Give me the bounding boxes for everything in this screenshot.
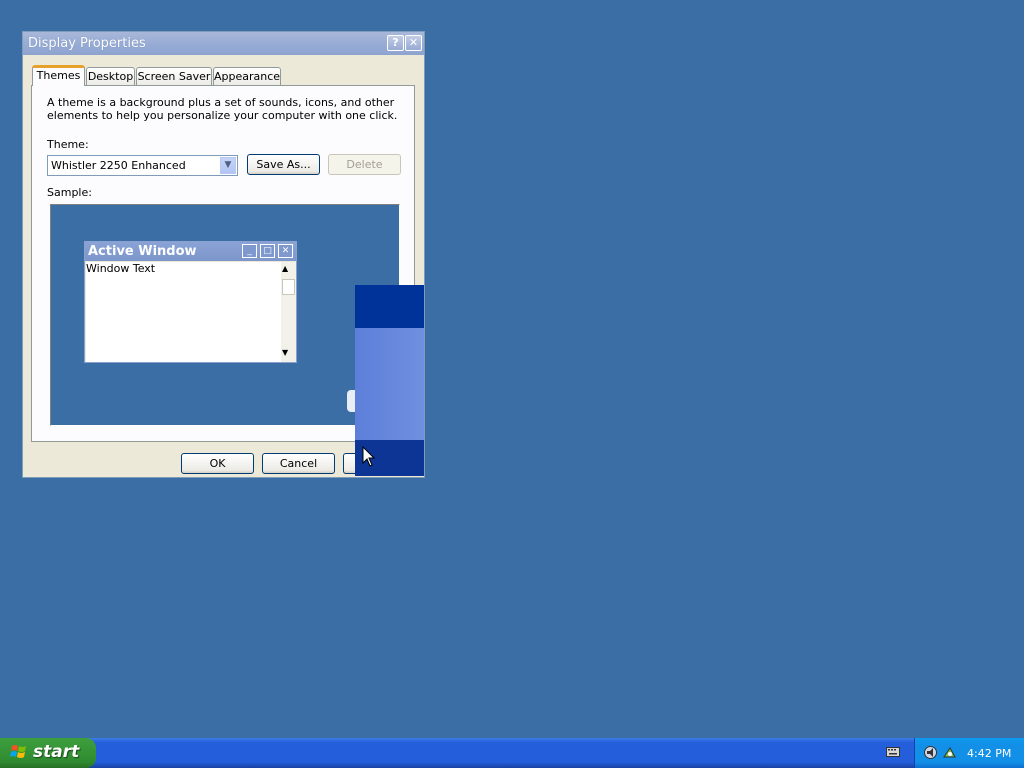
sample-window-body: Window Text bbox=[86, 262, 281, 362]
delete-button[interactable]: Delete bbox=[328, 154, 401, 175]
theme-select[interactable]: Whistler 2250 Enhanced ▼ bbox=[47, 155, 238, 176]
tab-desktop[interactable]: Desktop bbox=[86, 67, 135, 85]
artifact-band-top bbox=[355, 285, 424, 328]
sample-active-window: Active Window _ □ ✕ Window Text ▲ ▼ bbox=[84, 241, 297, 363]
taskbar: start 4:42 PM bbox=[0, 738, 1024, 768]
network-icon[interactable] bbox=[942, 745, 957, 760]
artifact-band-middle bbox=[355, 328, 424, 440]
theme-select-value: Whistler 2250 Enhanced bbox=[51, 159, 186, 172]
windows-logo-icon bbox=[10, 745, 26, 758]
close-icon: ✕ bbox=[278, 244, 293, 258]
tab-appearance[interactable]: Appearance bbox=[213, 67, 281, 85]
sample-label: Sample: bbox=[47, 186, 92, 199]
close-button[interactable]: ✕ bbox=[405, 35, 422, 51]
sample-window-text: Window Text bbox=[86, 262, 156, 275]
ok-button[interactable]: OK bbox=[181, 453, 254, 474]
keyboard-icon[interactable] bbox=[886, 747, 900, 757]
system-tray: 4:42 PM bbox=[914, 738, 1024, 768]
start-label: start bbox=[33, 742, 80, 762]
sample-scrollbar: ▲ ▼ bbox=[281, 262, 296, 362]
theme-description: A theme is a background plus a set of so… bbox=[47, 96, 398, 122]
clock[interactable]: 4:42 PM bbox=[967, 747, 1011, 760]
scroll-down-icon: ▼ bbox=[282, 348, 289, 357]
maximize-icon: □ bbox=[260, 244, 275, 258]
volume-icon[interactable] bbox=[923, 745, 938, 760]
scroll-thumb bbox=[282, 279, 295, 295]
scroll-up-icon: ▲ bbox=[282, 264, 289, 273]
cancel-button[interactable]: Cancel bbox=[262, 453, 335, 474]
chevron-down-icon[interactable]: ▼ bbox=[220, 157, 236, 174]
dialog-titlebar[interactable]: Display Properties ? ✕ bbox=[23, 32, 424, 55]
render-artifact bbox=[347, 390, 355, 412]
sample-window-titlebar: Active Window _ □ ✕ bbox=[85, 242, 296, 261]
tab-themes[interactable]: Themes bbox=[32, 65, 85, 86]
mouse-cursor-icon bbox=[362, 446, 376, 467]
dialog-title: Display Properties bbox=[28, 36, 146, 51]
start-button[interactable]: start bbox=[0, 738, 96, 768]
save-as-button[interactable]: Save As... bbox=[247, 154, 320, 175]
minimize-icon: _ bbox=[242, 244, 257, 258]
tab-screen-saver[interactable]: Screen Saver bbox=[136, 67, 212, 85]
help-button[interactable]: ? bbox=[387, 35, 404, 51]
sample-window-title: Active Window bbox=[88, 244, 197, 259]
theme-label: Theme: bbox=[47, 138, 89, 151]
